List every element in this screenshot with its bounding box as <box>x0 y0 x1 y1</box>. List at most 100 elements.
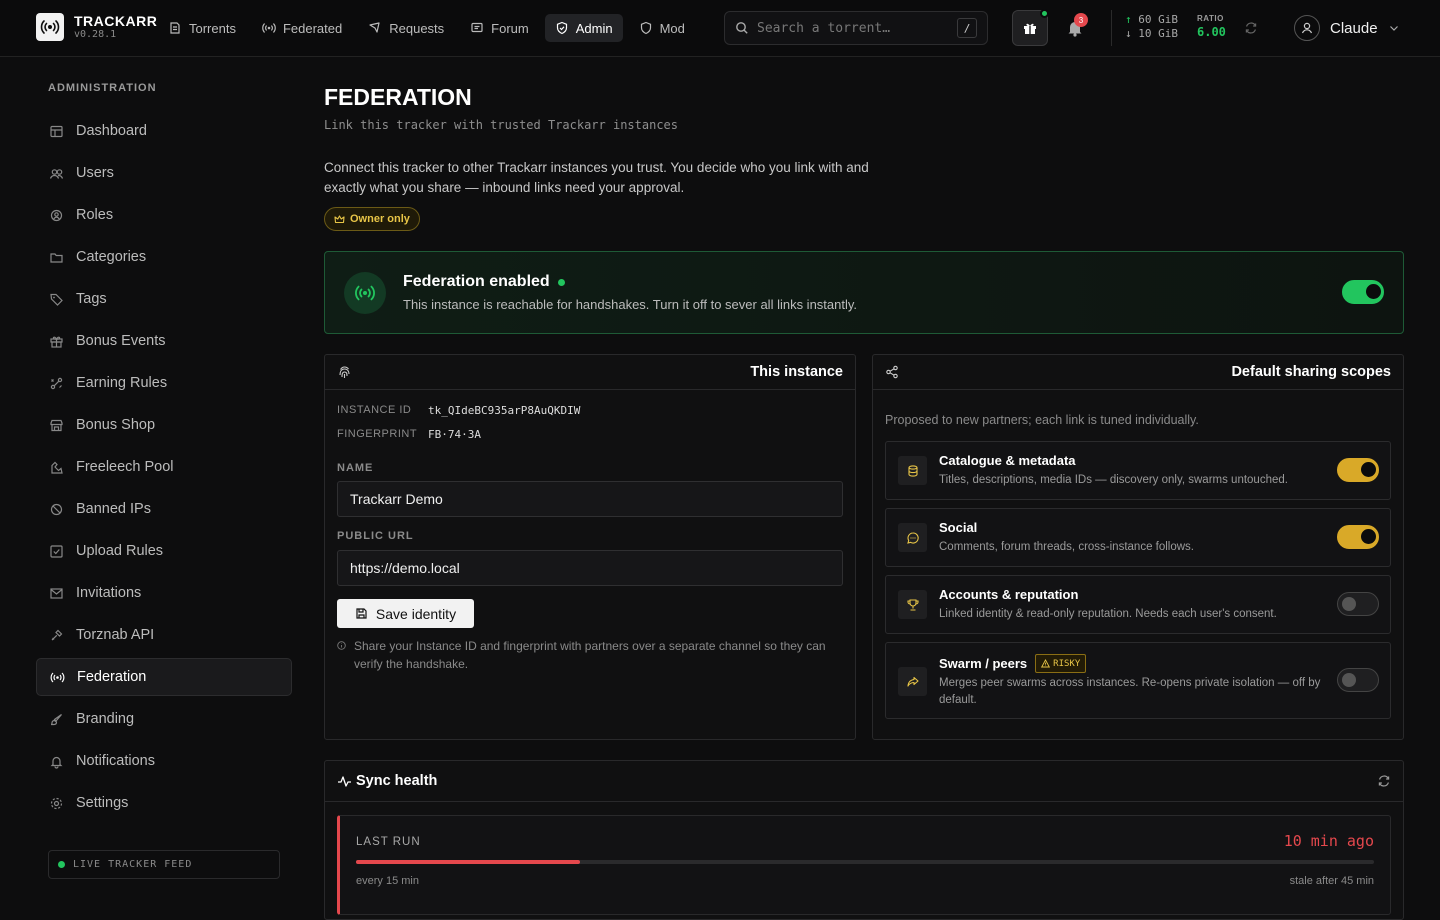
top-bar: TRACKARR v0.28.1 Torrents Federated Requ… <box>0 0 1440 57</box>
sidebar-item-label: Torznab API <box>76 627 155 643</box>
nav-mod[interactable]: Mod <box>629 14 695 42</box>
database-icon <box>898 456 927 485</box>
sync-health-title: Sync health <box>356 773 438 789</box>
live-feed-label: LIVE TRACKER FEED <box>73 859 193 870</box>
fingerprint-value[interactable]: FB·74·3A <box>428 428 481 441</box>
transfer-stats: ↑ 60 GiB ↓ 10 GiB <box>1125 13 1178 41</box>
sidebar-list: Dashboard Users Roles Categories Tags Bo… <box>36 112 292 826</box>
sidebar-item-notifications[interactable]: Notifications <box>36 742 292 780</box>
refresh-icon[interactable] <box>1244 21 1258 35</box>
logo[interactable]: TRACKARR v0.28.1 <box>36 13 157 41</box>
sync-health-header: Sync health <box>325 761 1403 802</box>
app-version: v0.28.1 <box>74 28 117 40</box>
sharing-scopes-intro: Proposed to new partners; each link is t… <box>885 413 1199 427</box>
sidebar-item-label: Freeleech Pool <box>76 459 174 475</box>
instance-id-value[interactable]: tk_QIdeBC935arP8AuQKDIW <box>428 404 580 417</box>
nav-label: Admin <box>575 20 613 36</box>
torrent-icon <box>170 22 180 34</box>
federation-toggle[interactable] <box>1342 280 1384 304</box>
sidebar-item-dashboard[interactable]: Dashboard <box>36 112 292 150</box>
sidebar-item-users[interactable]: Users <box>36 154 292 192</box>
crown-icon <box>334 214 345 223</box>
broadcast-icon <box>262 23 276 33</box>
ratio-value: 6.00 <box>1197 25 1226 39</box>
sidebar-item-categories[interactable]: Categories <box>36 238 292 276</box>
sidebar-item-bonus-shop[interactable]: Bonus Shop <box>36 406 292 444</box>
sidebar-item-earning-rules[interactable]: Earning Rules <box>36 364 292 402</box>
sidebar-item-invitations[interactable]: Invitations <box>36 574 292 612</box>
sidebar-item-torznab-api[interactable]: Torznab API <box>36 616 292 654</box>
gift-icon <box>50 336 63 348</box>
scope-accounts-toggle[interactable] <box>1337 592 1379 616</box>
fingerprint-label: FINGERPRINT <box>337 428 418 440</box>
nav-forum[interactable]: Forum <box>460 14 539 42</box>
page-description: Connect this tracker to other Trackarr i… <box>324 160 869 195</box>
name-field[interactable] <box>337 481 843 517</box>
sidebar-item-branding[interactable]: Branding <box>36 700 292 738</box>
scope-title: Swarm / peers RISKY <box>939 654 1087 673</box>
scope-swarm: Swarm / peers RISKY Merges peer swarms a… <box>885 642 1391 719</box>
sync-health-panel: Sync health LAST RUN 10 min ago every 15… <box>324 760 1404 920</box>
sidebar-item-label: Users <box>76 165 114 181</box>
toggle-knob <box>1361 462 1376 477</box>
sidebar-item-roles[interactable]: Roles <box>36 196 292 234</box>
instance-id-label: INSTANCE ID <box>337 404 412 416</box>
sidebar-item-label: Dashboard <box>76 123 147 139</box>
public-url-field[interactable] <box>337 550 843 586</box>
instance-panel-header: This instance <box>325 355 855 390</box>
sidebar-item-bonus-events[interactable]: Bonus Events <box>36 322 292 360</box>
sidebar-item-settings[interactable]: Settings <box>36 784 292 822</box>
sharing-scopes-title: Default sharing scopes <box>1231 364 1391 380</box>
scope-social: Social Comments, forum threads, cross-in… <box>885 508 1391 567</box>
gift-button[interactable] <box>1012 9 1049 46</box>
scope-catalogue-toggle[interactable] <box>1337 458 1379 482</box>
scope-description: Linked identity & read-only reputation. … <box>939 608 1277 620</box>
live-tracker-feed[interactable]: LIVE TRACKER FEED <box>48 850 280 879</box>
gift-indicator <box>1040 9 1049 18</box>
divider <box>1111 10 1112 46</box>
scope-social-toggle[interactable] <box>1337 525 1379 549</box>
save-identity-button[interactable]: Save identity <box>337 599 474 628</box>
nav-requests[interactable]: Requests <box>358 14 454 42</box>
nav-federated[interactable]: Federated <box>252 14 352 42</box>
nav-admin[interactable]: Admin <box>544 14 623 42</box>
sidebar-item-freeleech-pool[interactable]: Freeleech Pool <box>36 448 292 486</box>
save-identity-label: Save identity <box>375 605 457 622</box>
search-box[interactable]: / <box>724 11 988 45</box>
sidebar-item-label: Notifications <box>76 753 155 769</box>
fingerprint-icon <box>339 365 350 378</box>
sidebar-item-upload-rules[interactable]: Upload Rules <box>36 532 292 570</box>
main-nav: Torrents Federated Requests Forum Admin … <box>158 14 695 42</box>
instance-hint: Share your Instance ID and fingerprint w… <box>337 637 837 673</box>
sidebar-item-federation[interactable]: Federation <box>36 658 292 696</box>
scope-description: Comments, forum threads, cross-instance … <box>939 541 1195 553</box>
sync-progress-track <box>356 860 1374 864</box>
toggle-knob <box>1342 597 1356 611</box>
download-arrow-icon: ↓ <box>1125 27 1132 40</box>
sync-interval: every 15 min <box>356 875 419 887</box>
refresh-icon[interactable] <box>1377 774 1391 788</box>
nav-torrents[interactable]: Torrents <box>158 14 246 42</box>
admin-sidebar: ADMINISTRATION Dashboard Users Roles Cat… <box>0 57 300 900</box>
warning-icon <box>1041 659 1051 668</box>
name-label: NAME <box>337 462 374 474</box>
sidebar-item-label: Tags <box>76 291 107 307</box>
sharing-scopes-header: Default sharing scopes <box>873 355 1403 390</box>
share-nodes-icon <box>886 365 898 379</box>
user-menu[interactable]: Claude <box>1294 15 1400 41</box>
activity-icon <box>338 775 351 787</box>
sidebar-item-label: Bonus Events <box>76 333 166 349</box>
sidebar-item-tags[interactable]: Tags <box>36 280 292 318</box>
sidebar-item-banned-ips[interactable]: Banned IPs <box>36 490 292 528</box>
notifications-button[interactable]: 3 <box>1064 13 1088 39</box>
logo-icon <box>36 13 64 41</box>
user-name: Claude <box>1330 19 1378 37</box>
sidebar-item-label: Upload Rules <box>76 543 164 559</box>
federation-title: Federation enabled <box>403 273 565 291</box>
search-input[interactable] <box>757 20 949 36</box>
folder-icon <box>50 252 63 263</box>
scope-title: Catalogue & metadata <box>939 453 1076 468</box>
scope-swarm-toggle[interactable] <box>1337 668 1379 692</box>
chevron-down-icon <box>1389 26 1398 31</box>
scope-catalogue: Catalogue & metadata Titles, description… <box>885 441 1391 500</box>
